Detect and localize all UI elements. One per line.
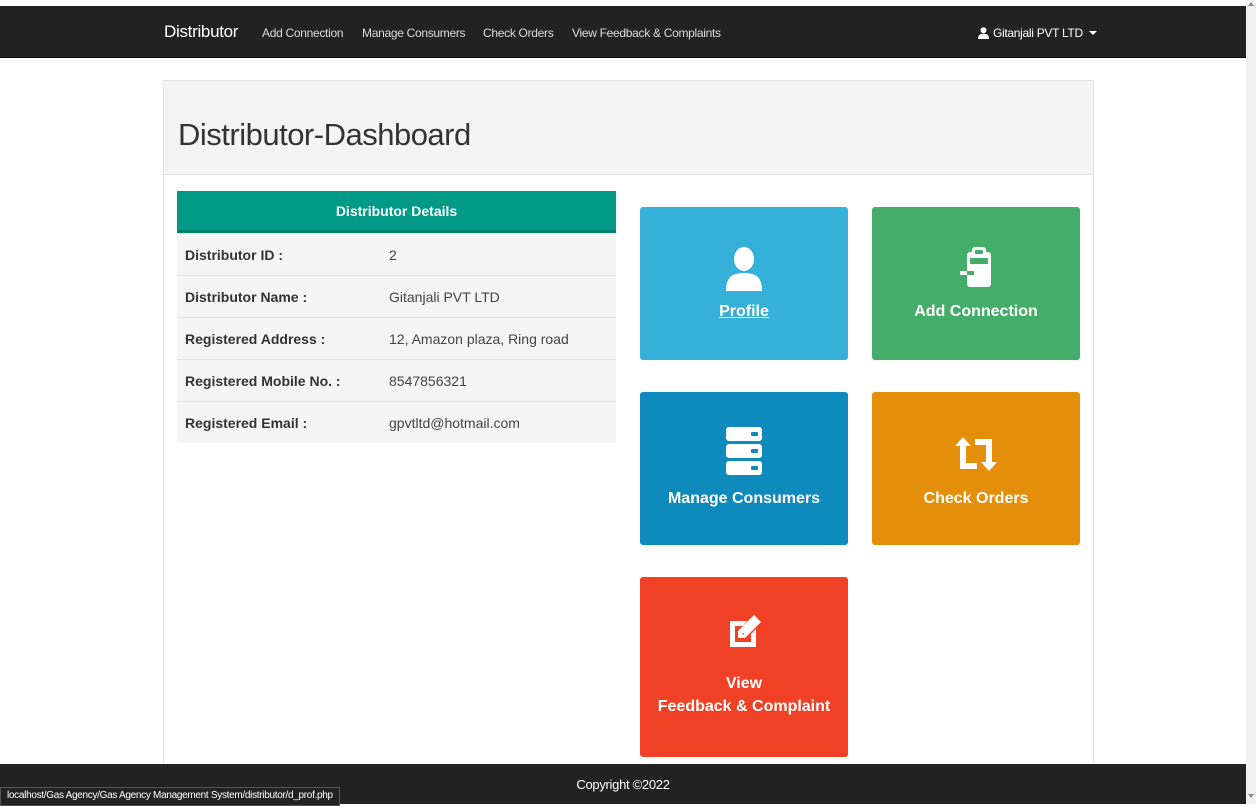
check-orders-tile[interactable]: Check Orders [872,392,1080,545]
user-icon [726,247,762,291]
check-orders-label[interactable]: Check Orders [872,490,1080,508]
page-title: Distributor-Dashboard [178,117,471,152]
detail-label: Distributor Name : [185,289,308,305]
details-heading: Distributor Details [177,191,616,233]
feedback-tile[interactable]: View Feedback & Complaint [640,577,848,757]
nav-link-manage-consumers[interactable]: Manage Consumers [362,26,466,40]
detail-label: Registered Email : [185,415,308,431]
navbar: Distributor Add Connection Manage Consum… [0,6,1246,58]
detail-value: 8547856321 [389,373,467,389]
scroll-up-arrow-icon[interactable] [1248,2,1254,6]
manage-consumers-label[interactable]: Manage Consumers [640,490,848,508]
nav-link-add-connection[interactable]: Add Connection [262,26,344,40]
detail-value: gpvtltd@hotmail.com [389,415,520,431]
detail-label: Registered Mobile No. : [185,373,341,389]
detail-label: Registered Address : [185,331,326,347]
add-connection-tile[interactable]: Add Connection [872,207,1080,360]
detail-value: 2 [389,247,397,263]
status-bar-url: localhost/Gas Agency/Gas Agency Manageme… [0,787,340,806]
caret-down-icon [1088,31,1097,35]
detail-row-mobile: Registered Mobile No. : 8547856321 [177,359,616,401]
scroll-down-arrow-icon[interactable] [1248,794,1254,798]
detail-value: Gitanjali PVT LTD [389,289,500,305]
feedback-label-line1[interactable]: View [640,675,848,693]
page-header: Distributor-Dashboard [164,81,1093,175]
profile-tile[interactable]: Profile [640,207,848,360]
scrollbar[interactable] [1246,0,1256,804]
profile-label[interactable]: Profile [640,303,848,321]
nav-link-check-orders[interactable]: Check Orders [483,26,554,40]
clipboard-arrow-icon [960,247,991,287]
detail-row-email: Registered Email : gpvtltd@hotmail.com [177,401,616,443]
add-connection-label[interactable]: Add Connection [872,303,1080,321]
user-dropdown[interactable]: Gitanjali PVT LTD [978,26,1097,40]
detail-value: 12, Amazon plaza, Ring road [389,331,569,347]
nav-link-view-feedback[interactable]: View Feedback & Complaints [572,26,721,40]
manage-consumers-tile[interactable]: Manage Consumers [640,392,848,545]
nav-brand[interactable]: Distributor [164,22,238,42]
detail-row-address: Registered Address : 12, Amazon plaza, R… [177,317,616,359]
detail-label: Distributor ID : [185,247,283,263]
feedback-label-line2[interactable]: Feedback & Complaint [640,698,848,716]
server-stack-icon [726,427,762,475]
retweet-icon [955,437,997,471]
user-icon [978,27,989,39]
detail-row-id: Distributor ID : 2 [177,233,616,275]
edit-icon [730,615,761,647]
detail-row-name: Distributor Name : Gitanjali PVT LTD [177,275,616,317]
user-name: Gitanjali PVT LTD [993,26,1083,40]
